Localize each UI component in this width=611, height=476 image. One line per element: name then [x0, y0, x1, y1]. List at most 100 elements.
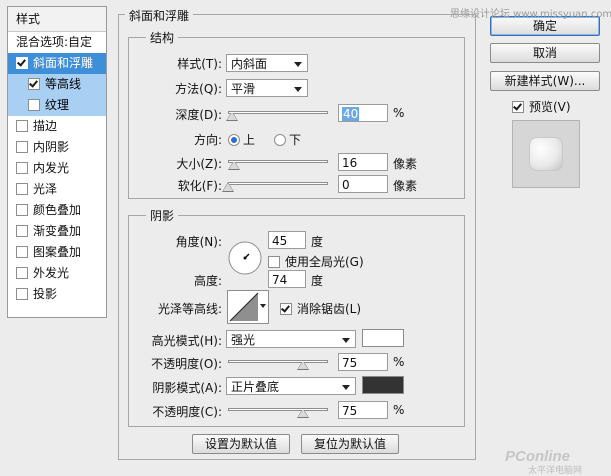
style-item[interactable]: 外发光: [8, 263, 106, 284]
style-item-label: 描边: [33, 119, 58, 133]
checkbox-checked-icon[interactable]: [28, 77, 40, 90]
style-item[interactable]: 光泽: [8, 179, 106, 200]
shadow-mode-select[interactable]: 正片叠底: [226, 377, 356, 395]
styles-header[interactable]: 样式: [8, 7, 106, 32]
checkbox-checked-icon: [512, 100, 524, 113]
checkbox-icon[interactable]: [16, 119, 28, 132]
antialias-checkbox[interactable]: 消除锯齿(L): [280, 300, 361, 317]
checkbox-icon[interactable]: [16, 140, 28, 153]
size-slider-thumb[interactable]: [228, 160, 240, 170]
soften-slider-thumb[interactable]: [222, 182, 234, 192]
checkbox-icon[interactable]: [16, 287, 28, 300]
style-select[interactable]: 内斜面: [226, 54, 308, 72]
highlight-mode-value: 强光: [231, 333, 256, 347]
technique-label: 方法(Q):: [175, 82, 222, 96]
style-item[interactable]: 渐变叠加: [8, 221, 106, 242]
styles-list: 样式 混合选项:自定 斜面和浮雕等高线纹理描边内阴影内发光光泽颜色叠加渐变叠加图…: [7, 6, 107, 318]
depth-slider-thumb[interactable]: [226, 111, 238, 121]
new-style-button[interactable]: 新建样式(W)...: [490, 71, 600, 91]
chevron-down-icon: [260, 304, 266, 308]
shadow-opacity-thumb[interactable]: [297, 408, 309, 418]
style-item[interactable]: 内阴影: [8, 137, 106, 158]
size-label: 大小(Z):: [176, 157, 222, 171]
shadow-color-swatch[interactable]: [362, 376, 404, 394]
angle-dial[interactable]: [227, 240, 263, 276]
global-light-checkbox[interactable]: 使用全局光(G): [268, 253, 364, 270]
highlight-mode-select[interactable]: 强光: [226, 330, 356, 348]
angle-input[interactable]: 45: [268, 231, 306, 249]
technique-select-value: 平滑: [231, 82, 256, 96]
shading-title: 阴影: [146, 207, 179, 224]
direction-up-radio[interactable]: 上: [228, 131, 255, 148]
shadow-opacity-unit: %: [393, 403, 405, 417]
style-item[interactable]: 颜色叠加: [8, 200, 106, 221]
checkbox-icon[interactable]: [16, 245, 28, 258]
style-item-label: 内发光: [33, 161, 70, 175]
structure-title: 结构: [146, 29, 179, 46]
soften-input[interactable]: 0: [338, 175, 388, 193]
angle-dial-icon: [228, 241, 262, 275]
preview-checkbox[interactable]: 预览(V): [512, 98, 571, 115]
blend-options-item[interactable]: 混合选项:自定: [8, 32, 106, 53]
style-item-label: 内阴影: [33, 140, 70, 154]
make-default-button[interactable]: 设置为默认值: [192, 434, 290, 454]
size-slider[interactable]: [228, 155, 328, 170]
contour-linear-icon: [229, 292, 259, 322]
highlight-opacity-slider[interactable]: [228, 355, 328, 370]
highlight-color-swatch[interactable]: [362, 329, 404, 347]
style-item[interactable]: 投影: [8, 284, 106, 305]
soften-slider[interactable]: [222, 177, 328, 192]
technique-select[interactable]: 平滑: [226, 79, 308, 97]
checkbox-icon[interactable]: [28, 98, 40, 111]
style-item-label: 纹理: [45, 98, 70, 112]
shadow-opacity-slider[interactable]: [228, 403, 328, 418]
checkbox-icon[interactable]: [16, 266, 28, 279]
gloss-contour-picker[interactable]: [227, 290, 269, 324]
style-item-label: 光泽: [33, 182, 58, 196]
style-item[interactable]: 纹理: [8, 95, 106, 116]
altitude-label: 高度:: [193, 274, 222, 288]
style-item-label: 颜色叠加: [33, 203, 82, 217]
preview-shape: [529, 137, 563, 171]
checkbox-icon[interactable]: [16, 203, 28, 216]
watermark-top: 思缘设计论坛 www.missyuan.com: [450, 9, 611, 20]
altitude-input[interactable]: 74: [268, 270, 306, 288]
chevron-down-icon: [294, 62, 302, 67]
reset-default-button[interactable]: 复位为默认值: [301, 434, 399, 454]
checkbox-checked-icon[interactable]: [16, 56, 28, 69]
radio-off-icon: [274, 133, 286, 146]
angle-label: 角度(N):: [175, 235, 222, 249]
size-unit: 像素: [393, 157, 418, 171]
size-input[interactable]: 16: [338, 153, 388, 171]
checkbox-icon[interactable]: [16, 224, 28, 237]
altitude-unit: 度: [311, 274, 324, 288]
highlight-opacity-label: 不透明度(O):: [151, 357, 222, 371]
style-item[interactable]: 图案叠加: [8, 242, 106, 263]
depth-slider[interactable]: [226, 106, 328, 121]
style-item-label: 等高线: [45, 77, 82, 91]
style-item-label: 外发光: [33, 266, 70, 280]
checkbox-icon[interactable]: [16, 182, 28, 195]
chevron-down-icon: [294, 87, 302, 92]
soften-label: 软化(F):: [177, 179, 222, 193]
highlight-mode-label: 高光模式(H):: [151, 334, 222, 348]
depth-input[interactable]: 40: [338, 104, 388, 122]
radio-on-icon: [228, 133, 240, 146]
style-label: 样式(T):: [177, 57, 222, 71]
style-item[interactable]: 等高线: [8, 74, 106, 95]
style-item-label: 斜面和浮雕: [33, 56, 94, 70]
style-item[interactable]: 内发光: [8, 158, 106, 179]
highlight-opacity-input[interactable]: 75: [338, 353, 388, 371]
style-item[interactable]: 斜面和浮雕: [8, 53, 106, 74]
checkbox-icon: [268, 255, 280, 268]
cancel-button[interactable]: 取消: [490, 43, 600, 63]
highlight-opacity-unit: %: [393, 355, 405, 369]
checkbox-icon[interactable]: [16, 161, 28, 174]
style-select-value: 内斜面: [231, 57, 268, 71]
direction-down-radio[interactable]: 下: [274, 131, 301, 148]
chevron-down-icon: [342, 385, 350, 390]
gloss-contour-label: 光泽等高线:: [157, 302, 222, 316]
style-item[interactable]: 描边: [8, 116, 106, 137]
shadow-opacity-input[interactable]: 75: [338, 401, 388, 419]
highlight-opacity-thumb[interactable]: [297, 360, 309, 370]
